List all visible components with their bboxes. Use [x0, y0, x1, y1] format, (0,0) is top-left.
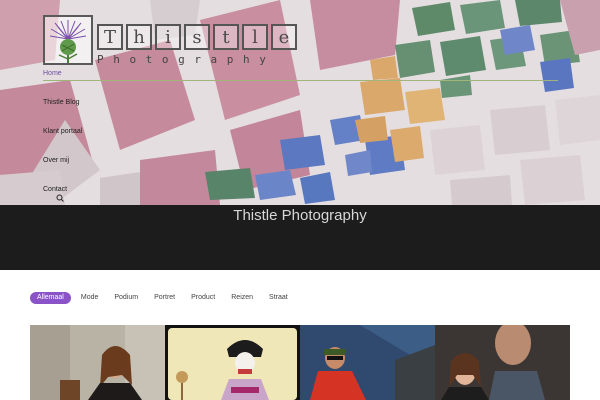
nav-item-contact[interactable]: Contact — [43, 186, 67, 193]
logo-letter: e — [271, 24, 297, 50]
logo-letter: h — [126, 24, 152, 50]
nav-item-klant-portaal[interactable]: Klant portaal — [43, 128, 82, 135]
logo-letter: l — [242, 24, 268, 50]
page: T h i s t l e Photography Home Thistle B… — [0, 0, 600, 400]
page-title: Thistle Photography — [233, 207, 367, 224]
gallery-photo-woman-chair[interactable] — [30, 325, 165, 400]
filter-mode[interactable]: Mode — [81, 292, 99, 304]
filter-product[interactable]: Product — [191, 292, 215, 304]
gallery-photo-man-red-shirt[interactable] — [300, 325, 435, 400]
logo-letter: T — [97, 24, 123, 50]
logo-letter: t — [213, 24, 239, 50]
nav-item-thistle-blog[interactable]: Thistle Blog — [43, 99, 80, 106]
filter-allemaal[interactable]: Allemaal — [30, 292, 71, 304]
gallery-photo-couple[interactable] — [435, 325, 570, 400]
filter-podium[interactable]: Podium — [114, 292, 138, 304]
nav-item-over-mij[interactable]: Over mij — [43, 157, 69, 164]
nav-divider — [43, 80, 558, 81]
logo-wordmark: T h i s t l e — [97, 24, 300, 50]
portfolio-filter-bar: Allemaal Mode Podium Portret Product Rei… — [30, 291, 304, 305]
site-logo[interactable]: T h i s t l e Photography — [43, 15, 308, 68]
nav-item-home[interactable]: Home — [43, 70, 62, 77]
filter-straat[interactable]: Straat — [269, 292, 288, 304]
filter-portret[interactable]: Portret — [154, 292, 175, 304]
logo-subtitle: Photography — [97, 53, 276, 66]
filter-reizen[interactable]: Reizen — [231, 292, 253, 304]
gallery-photo-geisha[interactable] — [165, 325, 300, 400]
search-icon[interactable] — [56, 194, 64, 202]
logo-letter: i — [155, 24, 181, 50]
logo-letter: s — [184, 24, 210, 50]
thistle-flower-icon — [43, 15, 93, 65]
